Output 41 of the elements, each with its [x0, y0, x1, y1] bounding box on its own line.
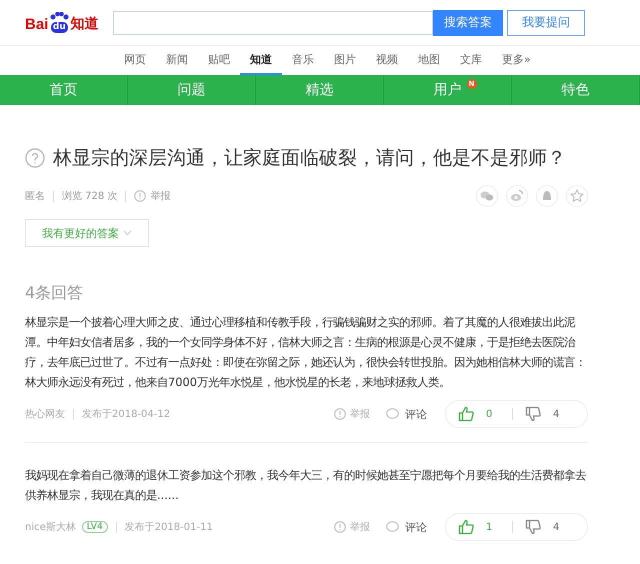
answer-count-heading: 4条回答	[25, 283, 84, 304]
warning-icon	[334, 408, 346, 420]
comment-icon	[386, 521, 399, 533]
question-title: 林显宗的深层沟通，让家庭面临破裂，请问，他是不是邪师？	[53, 146, 566, 171]
warning-icon	[134, 190, 146, 202]
nav-link[interactable]: 更多»	[492, 46, 541, 75]
post-date: 发布于2018-01-11	[124, 521, 213, 534]
nav-link[interactable]: 音乐	[282, 46, 324, 75]
comment-icon	[386, 408, 399, 420]
nav-link[interactable]: 贴吧	[198, 46, 240, 75]
report-link[interactable]: 举报	[150, 189, 170, 203]
nav-link[interactable]: 文库	[450, 46, 492, 75]
chevron-down-icon	[123, 230, 132, 236]
post-date: 发布于2018-04-12	[82, 408, 170, 421]
nav-link[interactable]: 地图	[408, 46, 450, 75]
view-count: 浏览 728 次	[62, 190, 118, 203]
search-button[interactable]: 搜索答案	[433, 10, 503, 36]
thumbs-up-icon[interactable]	[458, 519, 474, 535]
nav-link[interactable]: 网页	[114, 46, 156, 75]
answer-text: 林显宗是一个披着心理大师之皮、通过心理移植和传教手段，行骗钱骗财之实的邪师。着了其魔的人很难拔出此泥潭。中年妇女信者居多，我的一个女同学身体不好，信林大师之言：生病的根源是心灵不健康，于是拒绝去医院治疗，去年底已过世了。不过有一点好处：即使在弥留之际，她还认为，很快会转世投胎。因为她相信林大师的谎言：林大师永远没有死过，他来自7000万光年水悦星，他水悦星的长老，来地球拯救人类。	[25, 314, 587, 391]
dislike-count: 4	[553, 408, 560, 420]
nav-link[interactable]: 图片	[324, 46, 366, 75]
dislike-count: 4	[553, 522, 560, 532]
level-badge: LV4	[82, 521, 108, 533]
baidu-zhidao-logo[interactable]: Bai du 知道	[25, 12, 107, 33]
ask-button[interactable]: 我要提问	[507, 10, 585, 36]
comment-link[interactable]: 评论	[405, 406, 427, 422]
author-name: 匿名	[25, 190, 45, 203]
thumbs-down-icon[interactable]	[525, 519, 541, 535]
thumbs-up-icon[interactable]	[458, 406, 474, 422]
like-count: 0	[486, 408, 494, 420]
thumbs-down-icon[interactable]	[525, 406, 541, 422]
like-count: 1	[486, 522, 494, 532]
comment-link[interactable]: 评论	[405, 520, 427, 534]
search-field[interactable]	[113, 10, 433, 34]
question-icon	[25, 148, 45, 168]
nav-link[interactable]: 新闻	[156, 46, 198, 75]
warning-icon	[334, 521, 346, 533]
nav-link[interactable]: 视频	[366, 46, 408, 75]
answer-text: 我妈现在拿着自己微薄的退休工资参加这个邪教，我今年大三，有的时候她甚至宁愿把每个月要给我的生活费都拿去供养林显宗，我现在真的是......	[25, 467, 587, 504]
chat-bubbles-icon[interactable]	[476, 185, 498, 207]
